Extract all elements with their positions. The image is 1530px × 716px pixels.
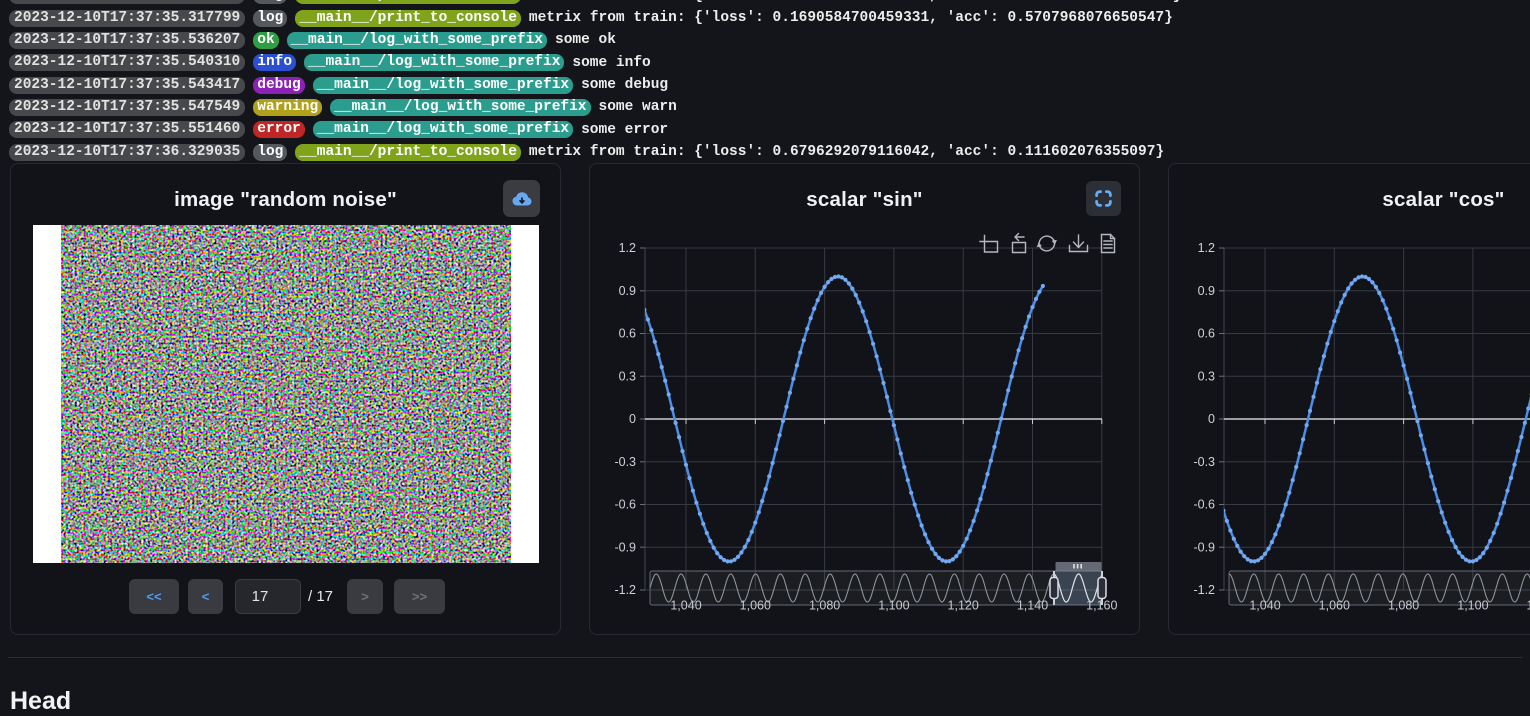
svg-text:1.2: 1.2 <box>1198 241 1215 255</box>
svg-text:0: 0 <box>629 412 636 426</box>
svg-text:0.6: 0.6 <box>619 327 636 341</box>
svg-text:0.9: 0.9 <box>1198 284 1215 298</box>
svg-text:1,060: 1,060 <box>1319 599 1350 613</box>
svg-text:1,040: 1,040 <box>1249 599 1280 613</box>
svg-text:1,100: 1,100 <box>878 599 909 613</box>
svg-text:-0.3: -0.3 <box>1193 455 1215 469</box>
svg-text:0.3: 0.3 <box>1198 369 1215 383</box>
svg-text:1,080: 1,080 <box>809 599 840 613</box>
svg-text:0.3: 0.3 <box>619 369 636 383</box>
svg-text:0: 0 <box>1208 412 1215 426</box>
svg-text:1,120: 1,120 <box>1527 599 1530 613</box>
svg-text:-0.3: -0.3 <box>614 455 636 469</box>
svg-text:1,080: 1,080 <box>1388 599 1419 613</box>
svg-text:1,120: 1,120 <box>948 599 979 613</box>
svg-text:-0.6: -0.6 <box>614 498 636 512</box>
svg-text:0.9: 0.9 <box>619 284 636 298</box>
svg-text:-0.6: -0.6 <box>1193 498 1215 512</box>
svg-text:-0.9: -0.9 <box>614 540 636 554</box>
svg-text:1,140: 1,140 <box>1017 599 1048 613</box>
svg-text:1.2: 1.2 <box>619 241 636 255</box>
svg-text:1,060: 1,060 <box>740 599 771 613</box>
svg-text:1,100: 1,100 <box>1457 599 1488 613</box>
svg-text:1,160: 1,160 <box>1086 599 1117 613</box>
svg-text:-1.2: -1.2 <box>614 583 636 597</box>
svg-text:1,040: 1,040 <box>670 599 701 613</box>
svg-text:0.6: 0.6 <box>1198 327 1215 341</box>
svg-text:-0.9: -0.9 <box>1193 540 1215 554</box>
svg-text:-1.2: -1.2 <box>1193 583 1215 597</box>
